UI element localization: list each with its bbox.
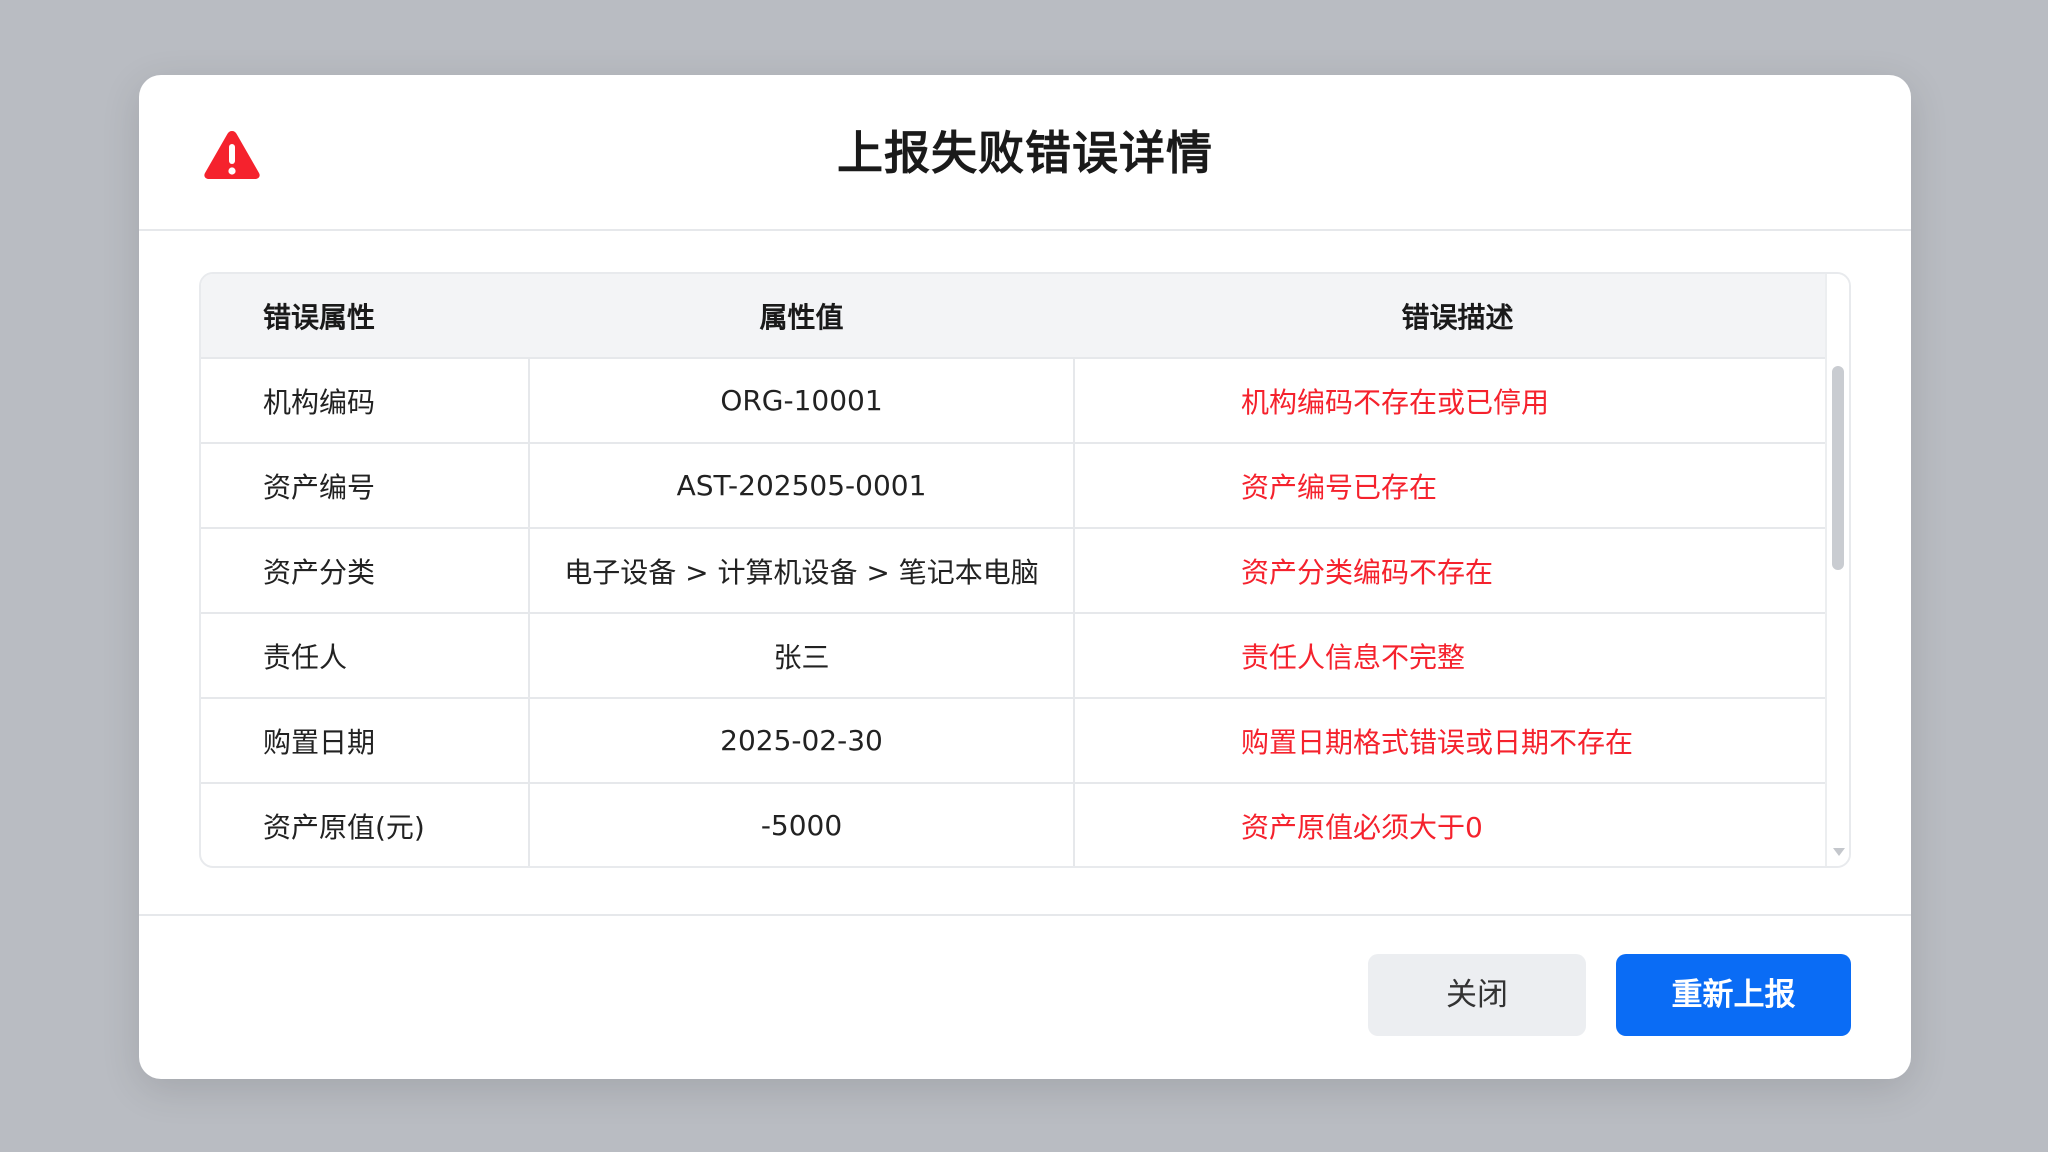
table-row: 资产分类 电子设备 > 计算机设备 > 笔记本电脑 资产分类编码不存在: [201, 528, 1841, 614]
row-value: AST-202505-0001: [529, 443, 1075, 529]
row-error-description: 机构编码不存在或已停用: [1074, 358, 1841, 444]
row-error-description: 资产原值必须大于0: [1241, 810, 1483, 844]
dialog-header: 上报失败错误详情: [139, 75, 1911, 231]
column-header-value: 属性值: [529, 274, 1074, 359]
row-value: ORG-10001: [529, 358, 1075, 444]
table-row: 责任人 张三 责任人信息不完整: [201, 613, 1841, 699]
table-row: 资产编号 AST-202505-0001 资产编号已存在: [201, 443, 1841, 529]
row-value: 张三: [529, 613, 1075, 699]
row-error-description: 资产编号已存在: [1074, 443, 1841, 529]
close-button[interactable]: 关闭: [1368, 954, 1586, 1036]
row-error-description: 购置日期格式错误或日期不存在: [1074, 698, 1841, 784]
error-dialog: 上报失败错误详情 错误属性 属性值 错误描述 机构编码 ORG-10001 机构…: [139, 75, 1911, 1079]
row-error-description: 资产分类编码不存在: [1074, 528, 1841, 614]
row-attribute: 资产分类: [201, 528, 530, 614]
dialog-title: 上报失败错误详情: [837, 126, 1213, 180]
row-value: 2025-02-30: [529, 698, 1075, 784]
column-header-attribute: 错误属性: [201, 274, 529, 359]
row-value: 电子设备 > 计算机设备 > 笔记本电脑: [529, 528, 1075, 614]
table-row: 机构编码 ORG-10001 机构编码不存在或已停用: [201, 358, 1841, 444]
table-row: 购置日期 2025-02-30 购置日期格式错误或日期不存在: [201, 698, 1841, 784]
row-attribute: 机构编码: [201, 358, 530, 444]
error-table-container: 错误属性 属性值 错误描述 机构编码 ORG-10001 机构编码不存在或已停用…: [199, 272, 1851, 868]
footer-divider: [139, 914, 1911, 916]
scroll-down-arrow-icon[interactable]: [1833, 848, 1845, 856]
row-attribute: 资产编号: [201, 443, 530, 529]
retry-report-button[interactable]: 重新上报: [1616, 954, 1851, 1036]
row-attribute: 资产原值(元): [201, 783, 530, 866]
scrollbar-thumb[interactable]: [1832, 366, 1844, 570]
table-scrollbar[interactable]: [1825, 274, 1849, 866]
error-table: 错误属性 属性值 错误描述 机构编码 ORG-10001 机构编码不存在或已停用…: [201, 274, 1841, 866]
column-header-description: 错误描述: [1074, 274, 1841, 359]
row-attribute: 责任人: [201, 613, 530, 699]
row-value: -5000: [529, 783, 1075, 866]
table-row: 资产原值(元) -5000 资产原值必须大于0: [201, 783, 1841, 866]
table-header-row: 错误属性 属性值 错误描述: [201, 274, 1841, 359]
row-attribute: 购置日期: [201, 698, 530, 784]
row-error-description: 责任人信息不完整: [1074, 613, 1841, 699]
